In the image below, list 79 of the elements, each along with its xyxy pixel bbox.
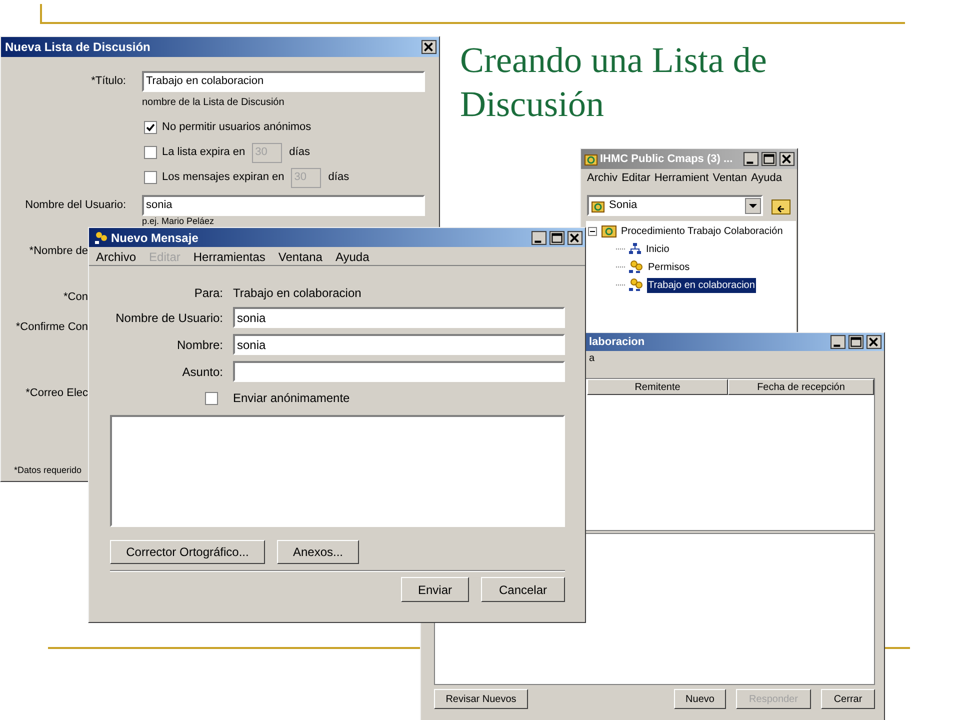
input-field[interactable]: sonia xyxy=(233,334,565,355)
input-field[interactable]: Trabajo en colaboracion xyxy=(142,71,425,92)
field-label: Nombre de Usuario: xyxy=(114,310,223,326)
recipient-text: Trabajo en colaboracion xyxy=(233,285,362,302)
button[interactable]: Cancelar xyxy=(481,577,565,602)
people-icon xyxy=(628,260,644,274)
people-icon xyxy=(93,230,109,246)
hint-text: p.ej. Mario Peláez xyxy=(142,216,214,226)
button[interactable]: Nuevo xyxy=(674,689,726,709)
field-label: Asunto: xyxy=(181,364,223,380)
minimize-button[interactable] xyxy=(830,335,846,349)
button[interactable]: Anexos... xyxy=(277,540,359,564)
menu-item[interactable]: Herramient xyxy=(654,170,709,186)
window-title: laboracion xyxy=(588,334,645,350)
checkbox[interactable] xyxy=(205,392,218,404)
folder-icon xyxy=(601,224,617,238)
button[interactable]: Cerrar xyxy=(821,689,875,709)
checkbox[interactable] xyxy=(144,171,157,184)
maximize-button[interactable] xyxy=(848,335,864,349)
window-title: Nuevo Mensaje xyxy=(110,230,198,246)
button[interactable]: Enviar xyxy=(401,577,469,602)
menu-item[interactable]: Editar xyxy=(622,170,650,186)
window-title: Nueva Lista de Discusión xyxy=(4,39,150,56)
input-field[interactable] xyxy=(233,361,565,382)
hint-text: nombre de la Lista de Discusión xyxy=(142,96,284,110)
field-label: *Nombre de xyxy=(29,245,88,257)
field-label: Para: xyxy=(193,285,223,302)
tree-item[interactable]: Trabajo en colaboracion xyxy=(647,278,756,292)
collapse-icon[interactable] xyxy=(588,226,597,236)
tree-item[interactable]: Inicio xyxy=(645,242,670,256)
unit-label: días xyxy=(289,145,310,160)
field-label: *Correo Elec xyxy=(26,387,88,399)
menu-item[interactable]: Archiv xyxy=(587,170,618,186)
close-button[interactable] xyxy=(421,40,437,54)
column-header[interactable]: Remitente xyxy=(587,379,728,395)
option-label: La lista expira en xyxy=(162,145,246,160)
input-field[interactable]: sonia xyxy=(142,195,425,216)
menu-item[interactable]: Ayuda xyxy=(750,170,782,186)
minimize-button[interactable] xyxy=(531,230,547,244)
close-button[interactable] xyxy=(779,152,795,166)
unit-label: días xyxy=(328,170,350,186)
message-body-field[interactable] xyxy=(110,415,565,527)
menu-item[interactable]: a xyxy=(589,350,595,366)
window-title: IHMC Public Cmaps (3) ... xyxy=(599,152,733,167)
people-icon xyxy=(628,278,644,292)
option-label: No permitir usuarios anónimos xyxy=(162,120,312,136)
tree-item[interactable]: Procedimiento Trabajo Colaboración xyxy=(620,224,784,238)
checkbox[interactable] xyxy=(144,146,157,159)
location-dropdown[interactable]: Sonia xyxy=(587,195,763,216)
input-field[interactable]: sonia xyxy=(233,307,565,328)
maximize-button[interactable] xyxy=(761,152,777,166)
slide-title: Creando una Lista de Discusión xyxy=(460,39,768,126)
field-label: Nombre del Usuario: xyxy=(24,198,127,214)
option-label: Los mensajes expiran en xyxy=(162,170,284,186)
button[interactable]: Revisar Nuevos xyxy=(434,689,528,709)
button[interactable]: Corrector Ortográfico... xyxy=(110,540,265,564)
checkbox-label: Enviar anónimamente xyxy=(233,390,350,407)
folder-up-icon[interactable] xyxy=(771,196,791,214)
maximize-button[interactable] xyxy=(549,230,565,244)
column-header[interactable]: Fecha de recepción xyxy=(728,379,874,395)
menu-item[interactable]: Archivo xyxy=(96,248,136,266)
dropdown-value: Sonia xyxy=(609,198,638,214)
footnote-text: *Datos requerido xyxy=(14,465,82,475)
close-button[interactable] xyxy=(866,335,882,349)
menu-item[interactable]: Ventan xyxy=(712,170,747,186)
close-button[interactable] xyxy=(567,230,583,244)
folder-icon xyxy=(591,198,605,212)
folder-icon xyxy=(584,152,598,166)
menu-item[interactable]: Ayuda xyxy=(335,248,370,266)
menu-item[interactable]: Herramientas xyxy=(193,248,266,266)
minimize-button[interactable] xyxy=(743,152,759,166)
hierarchy-icon xyxy=(628,242,642,256)
field-label: Nombre: xyxy=(176,336,223,354)
tree-item[interactable]: Permisos xyxy=(647,260,691,274)
field-label: *Confirme Con xyxy=(16,321,88,333)
field-label: *Con xyxy=(64,291,88,303)
checkbox[interactable] xyxy=(144,121,157,134)
field-label: *Título: xyxy=(90,74,127,90)
menu-item[interactable]: Ventana xyxy=(278,248,322,266)
